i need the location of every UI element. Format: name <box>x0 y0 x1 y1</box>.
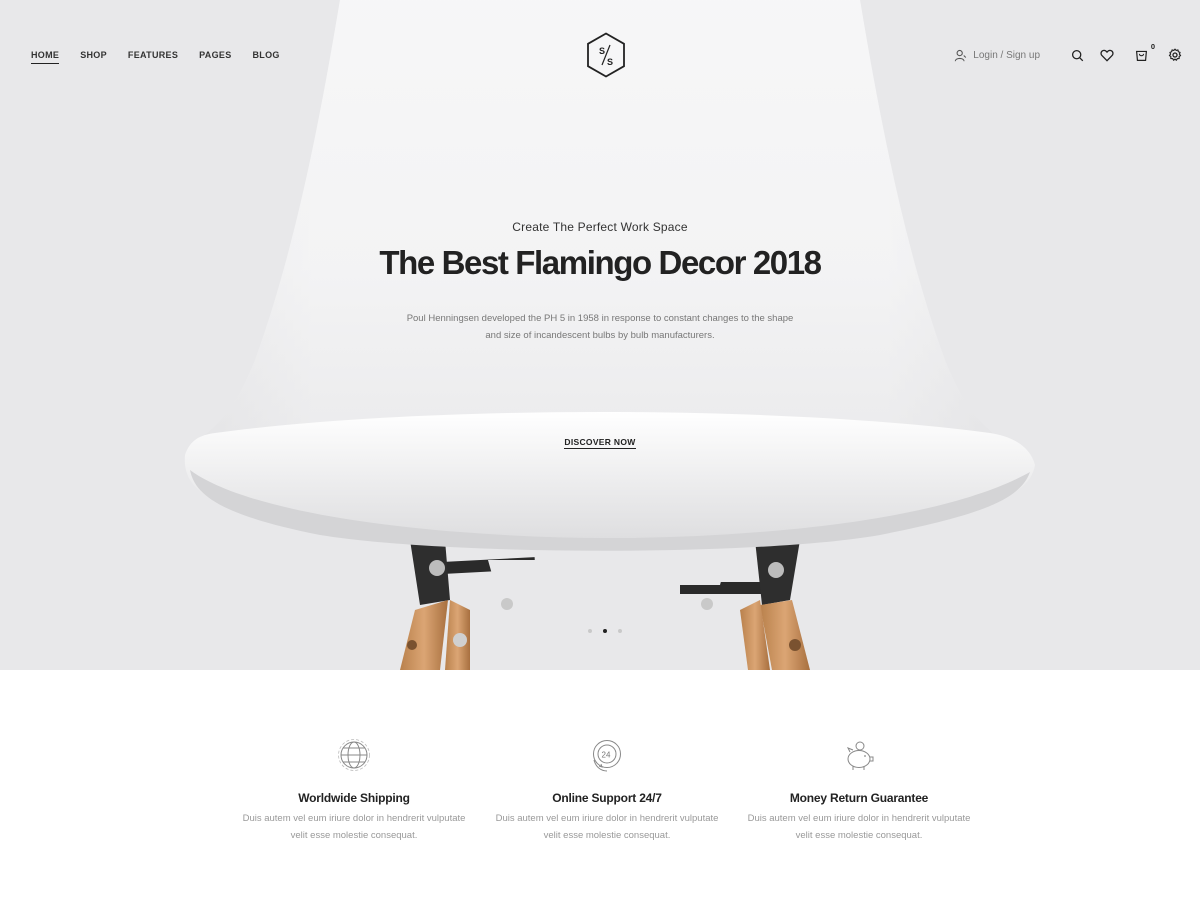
nav-shop[interactable]: SHOP <box>80 50 107 64</box>
feature-title: Online Support 24/7 <box>552 791 662 805</box>
feature-text: Duis autem vel eum iriure dolor in hendr… <box>747 813 971 841</box>
feature-online-support: 24 Online Support 24/7 Duis autem vel eu… <box>487 738 727 844</box>
nav-blog[interactable]: BLOG <box>253 50 280 64</box>
hero-content: Create The Perfect Work Space The Best F… <box>0 220 1200 450</box>
feature-title: Money Return Guarantee <box>789 791 929 805</box>
feature-text: Duis autem vel eum iriure dolor in hendr… <box>242 813 466 841</box>
search-icon[interactable] <box>1068 46 1086 64</box>
piggy-bank-icon <box>846 741 874 770</box>
site-header: HOME SHOP FEATURES PAGES BLOG S S Login … <box>0 0 1200 110</box>
hero-headline: The Best Flamingo Decor 2018 <box>379 244 822 281</box>
header-actions: Login / Sign up 0 <box>954 42 1184 64</box>
nav-home[interactable]: HOME <box>31 50 60 64</box>
feature-worldwide-shipping: Worldwide Shipping Duis autem vel eum ir… <box>234 738 474 844</box>
nav-features[interactable]: FEATURES <box>128 50 178 64</box>
hero-description: Poul Henningsen developed the PH 5 in 19… <box>406 313 794 341</box>
heart-icon[interactable] <box>1098 46 1116 64</box>
nav-pages[interactable]: PAGES <box>199 50 231 64</box>
gear-icon[interactable] <box>1166 46 1184 64</box>
slider-dot-1[interactable] <box>588 629 592 633</box>
globe-icon <box>338 739 370 771</box>
site-logo[interactable]: S S <box>586 32 626 78</box>
svg-text:24: 24 <box>602 751 611 760</box>
support-24-icon: 24 <box>593 740 621 772</box>
svg-text:S: S <box>607 57 613 67</box>
slider-dot-3[interactable] <box>618 629 622 633</box>
slider-dots <box>588 629 622 633</box>
main-nav: HOME SHOP FEATURES PAGES BLOG <box>31 50 280 64</box>
svg-text:S: S <box>599 46 605 56</box>
hero-slider: HOME SHOP FEATURES PAGES BLOG S S Login … <box>0 0 1200 670</box>
feature-money-return: Money Return Guarantee Duis autem vel eu… <box>739 738 979 844</box>
discover-now-button[interactable]: DISCOVER NOW <box>564 437 636 449</box>
feature-text: Duis autem vel eum iriure dolor in hendr… <box>495 813 719 841</box>
login-link[interactable]: Login / Sign up <box>954 49 1040 62</box>
features-section: Worldwide Shipping Duis autem vel eum ir… <box>0 670 1200 920</box>
cart-icon[interactable]: 0 <box>1132 42 1155 64</box>
cart-count-badge: 0 <box>1150 42 1155 51</box>
login-label: Login / Sign up <box>973 49 1040 61</box>
user-icon <box>954 49 967 61</box>
hero-kicker: Create The Perfect Work Space <box>512 220 688 234</box>
slider-dot-2[interactable] <box>603 629 607 633</box>
feature-title: Worldwide Shipping <box>298 791 410 805</box>
